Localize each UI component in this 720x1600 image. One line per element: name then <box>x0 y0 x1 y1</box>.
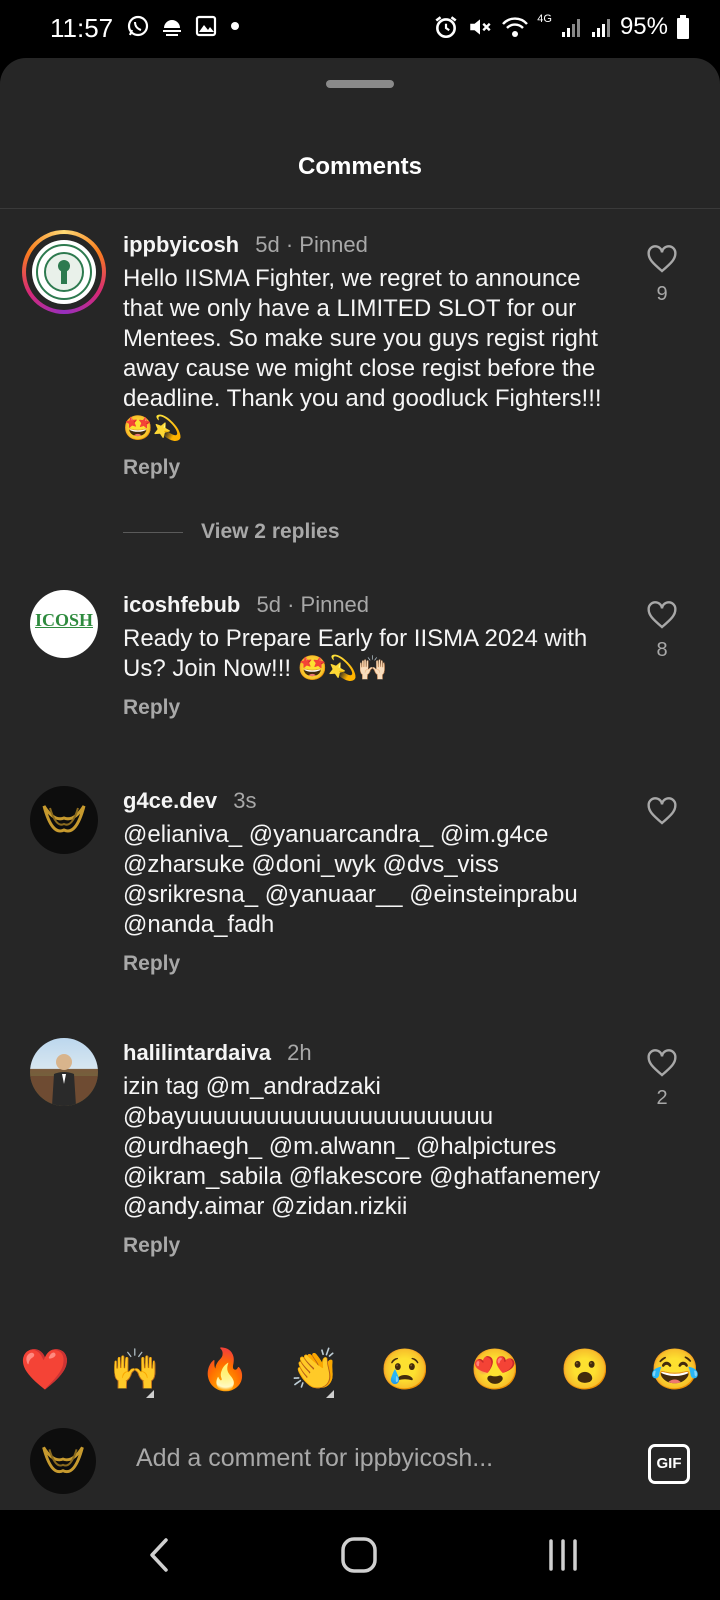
emoji-heart[interactable]: ❤️ <box>0 1342 90 1402</box>
like-control: 2 <box>646 1048 678 1110</box>
skin-tone-indicator <box>326 1390 334 1398</box>
comment-composer: Add a comment for ippbyicosh... GIF <box>0 1410 720 1510</box>
skin-tone-indicator <box>146 1390 154 1398</box>
avatar[interactable] <box>30 786 98 854</box>
reply-button[interactable]: Reply <box>123 456 623 480</box>
avatar[interactable]: ICOSH <box>30 590 98 658</box>
comment-time: 3s <box>233 788 257 813</box>
comment-username[interactable]: ippbyicosh <box>123 232 239 257</box>
comment-text: @elianiva_ @yanuarcandra_ @im.g4ce @zhar… <box>123 821 578 938</box>
sheet-title: Comments <box>297 153 423 180</box>
comment-time: 5d <box>255 232 280 257</box>
view-replies-label: View 2 replies <box>201 520 340 543</box>
reply-button[interactable]: Reply <box>123 952 623 976</box>
heart-icon[interactable] <box>646 1048 678 1078</box>
whatsapp-icon <box>127 15 149 37</box>
gallery-icon <box>195 15 217 37</box>
signal-icon-2 <box>591 19 610 37</box>
comment-body: halilintardaiva 2h izin tag @m_andradzak… <box>123 1038 623 1258</box>
ippbyicosh-logo-icon <box>36 244 92 300</box>
emoji-clap-glyph: 👏 <box>290 1348 340 1392</box>
comment-body: g4ce.dev 3s @elianiva_ @yanuarcandra_ @i… <box>123 786 623 976</box>
my-avatar <box>30 1428 96 1494</box>
emoji-surprised[interactable]: 😮 <box>540 1342 630 1402</box>
emoji-fire[interactable]: 🔥 <box>180 1342 270 1402</box>
network-type: 4G <box>537 13 552 25</box>
icosh-logo: ICOSH <box>34 610 94 630</box>
like-count: 8 <box>656 639 668 661</box>
emoji-raised-hands[interactable]: 🙌 <box>90 1342 180 1402</box>
avatar[interactable] <box>30 1038 98 1106</box>
battery-percent: 95% <box>619 13 668 40</box>
comment-text: izin tag @m_andradzaki @bayuuuuuuuuuuuuu… <box>123 1073 601 1220</box>
comment-body: icoshfebub 5d · Pinned Ready to Prepare … <box>123 590 623 720</box>
like-control: 9 <box>646 244 678 306</box>
emoji-quick-bar: ❤️ 🙌 🔥 👏 😢 😍 😮 😂 <box>0 1342 720 1402</box>
comment-time: 2h <box>287 1040 312 1065</box>
avatar <box>32 240 96 304</box>
reply-button[interactable]: Reply <box>123 1234 623 1258</box>
emoji-heart-eyes[interactable]: 😍 <box>450 1342 540 1402</box>
person-photo-icon <box>30 1054 98 1106</box>
comment-meta: halilintardaiva 2h <box>123 1038 623 1068</box>
emoji-clap[interactable]: 👏 <box>270 1342 360 1402</box>
story-ring[interactable] <box>22 230 106 314</box>
comment-meta: icoshfebub 5d · Pinned <box>123 590 623 620</box>
replies-line <box>123 531 183 533</box>
comment-body: ippbyicosh 5d · Pinned Hello IISMA Fight… <box>123 230 623 480</box>
comment-username[interactable]: icoshfebub <box>123 592 240 617</box>
g4ce-logo-icon <box>42 805 86 833</box>
wifi-icon <box>502 17 529 37</box>
pinned-label: · Pinned <box>287 592 370 617</box>
like-control <box>646 796 678 831</box>
view-replies-button[interactable]: View 2 replies <box>123 520 340 544</box>
notification-icons <box>126 14 242 38</box>
comment-text: Ready to Prepare Early for IISMA 2024 wi… <box>123 625 588 682</box>
system-nav-bar <box>0 1510 720 1600</box>
header-divider <box>0 208 720 209</box>
like-control: 8 <box>646 600 678 662</box>
heart-icon[interactable] <box>646 244 678 274</box>
dot-icon <box>231 22 239 30</box>
emoji-raised-hands-glyph: 🙌 <box>110 1348 160 1392</box>
signal-icon-1 <box>561 19 580 37</box>
drag-handle[interactable] <box>326 80 394 88</box>
comment-username[interactable]: g4ce.dev <box>123 788 217 813</box>
comment-meta: g4ce.dev 3s <box>123 786 623 816</box>
like-count: 9 <box>656 283 668 305</box>
back-icon[interactable] <box>130 1532 190 1578</box>
alarm-icon <box>435 16 457 39</box>
battery-icon <box>677 15 689 39</box>
status-time: 11:57 <box>50 13 114 43</box>
recents-icon[interactable] <box>534 1532 594 1578</box>
emoji-laughing[interactable]: 😂 <box>630 1342 720 1402</box>
pinned-label: · Pinned <box>285 232 368 257</box>
comment-meta: ippbyicosh 5d · Pinned <box>123 230 623 260</box>
reply-button[interactable]: Reply <box>123 696 623 720</box>
g4ce-logo-icon <box>42 1446 84 1474</box>
home-icon[interactable] <box>330 1532 390 1578</box>
gif-button[interactable]: GIF <box>648 1444 690 1484</box>
status-right: 4G 95% <box>433 13 690 41</box>
heart-icon[interactable] <box>646 796 678 826</box>
status-bar: 11:57 4G 95% <box>0 0 720 58</box>
comment-input[interactable]: Add a comment for ippbyicosh... <box>136 1444 493 1473</box>
emoji-crying[interactable]: 😢 <box>360 1342 450 1402</box>
comment-username[interactable]: halilintardaiva <box>123 1040 271 1065</box>
mute-icon <box>470 19 491 35</box>
comment-time: 5d <box>256 592 281 617</box>
comment-text: Hello IISMA Fighter, we regret to announ… <box>123 265 602 442</box>
like-count: 2 <box>656 1087 668 1109</box>
weather-icon <box>163 20 181 36</box>
heart-icon[interactable] <box>646 600 678 630</box>
comments-sheet: Comments ippbyicosh 5d · Pinned Hello II… <box>0 58 720 1510</box>
